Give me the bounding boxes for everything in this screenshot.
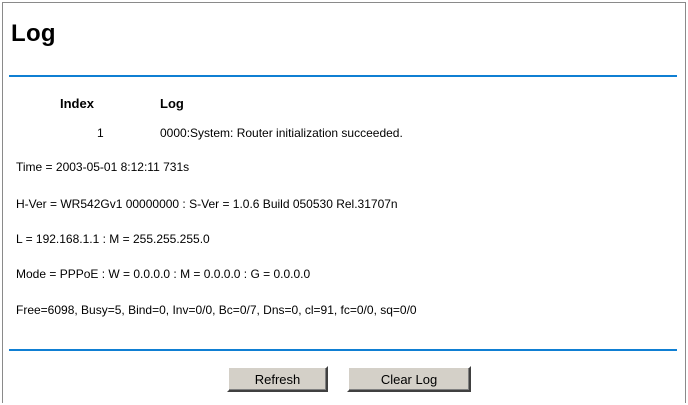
refresh-button[interactable]: Refresh	[227, 366, 328, 392]
lan-info: L = 192.168.1.1 : M = 255.255.255.0	[16, 232, 210, 246]
column-header-log: Log	[160, 96, 184, 111]
wan-mode-info: Mode = PPPoE : W = 0.0.0.0 : M = 0.0.0.0…	[16, 267, 311, 281]
system-stats: Free=6098, Busy=5, Bind=0, Inv=0/0, Bc=0…	[16, 303, 417, 317]
page-title: Log	[11, 20, 56, 47]
system-time: Time = 2003-05-01 8:12:11 731s	[16, 160, 190, 174]
log-row-index: 1	[97, 126, 104, 140]
version-info: H-Ver = WR542Gv1 00000000 : S-Ver = 1.0.…	[16, 197, 398, 211]
bottom-divider	[9, 349, 677, 351]
log-row-message: 0000:System: Router initialization succe…	[160, 126, 403, 140]
column-header-index: Index	[60, 96, 94, 111]
clear-log-button[interactable]: Clear Log	[347, 366, 471, 392]
top-divider	[9, 75, 677, 77]
